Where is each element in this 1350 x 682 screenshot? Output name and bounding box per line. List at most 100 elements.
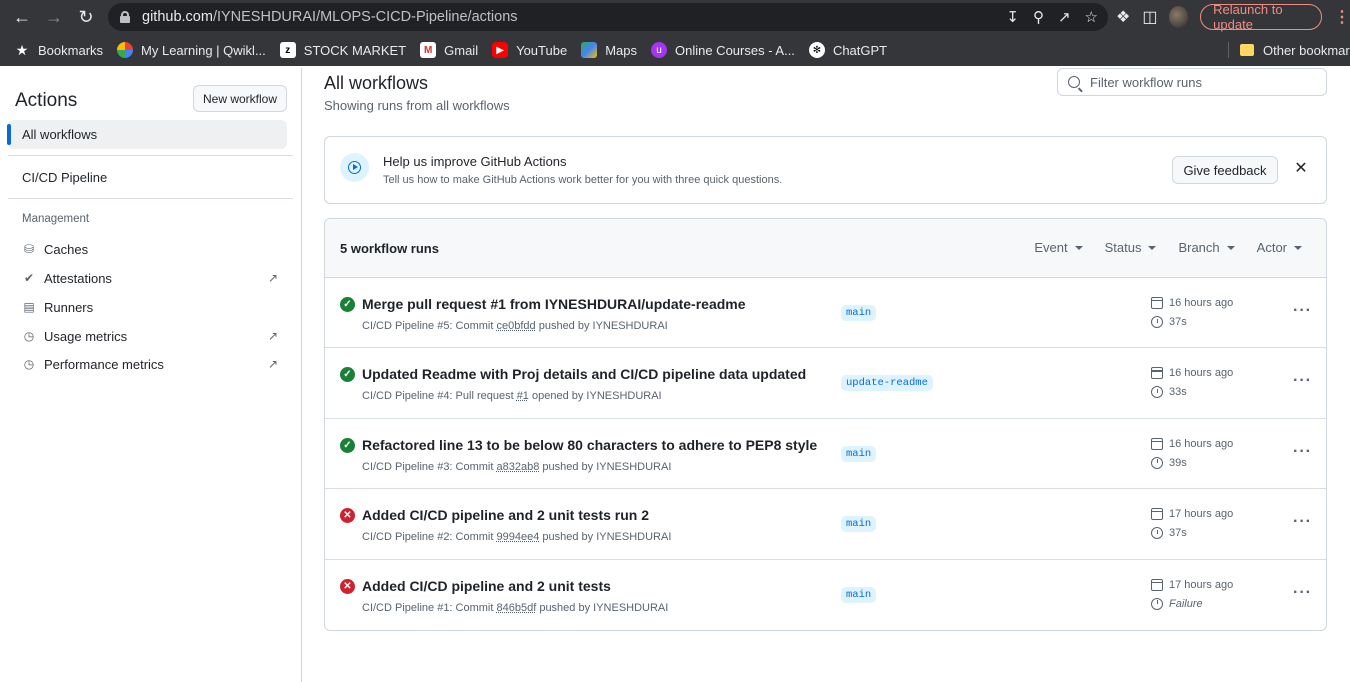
branch-label[interactable]: main xyxy=(841,516,876,532)
bookmark-youtube[interactable]: ▶ YouTube xyxy=(492,42,567,58)
sidebar-item-cicd-pipeline[interactable]: CI/CD Pipeline xyxy=(8,163,287,192)
bookmark-udemy[interactable]: u Online Courses - A... xyxy=(651,42,795,58)
sidebar-link-label: Runners xyxy=(44,300,93,315)
extensions-icon[interactable]: ❖ xyxy=(1116,7,1130,27)
filter-runs-input[interactable]: Filter workflow runs xyxy=(1057,68,1327,96)
branch-filter[interactable]: Branch xyxy=(1178,240,1234,255)
reload-icon[interactable]: ↻ xyxy=(70,0,102,34)
page-subtitle: Showing runs from all workflows xyxy=(324,98,510,113)
share-icon[interactable]: ↗ xyxy=(1058,8,1071,26)
bookmark-label: My Learning | Qwikl... xyxy=(141,43,266,58)
bookmark-label: YouTube xyxy=(516,43,567,58)
menu-icon[interactable]: ⋮ xyxy=(1334,7,1350,27)
new-workflow-button[interactable]: New workflow xyxy=(193,85,287,112)
sidebar-link-attestations[interactable]: ✔ Attestations ↗ xyxy=(22,267,280,289)
back-icon[interactable]: ← xyxy=(6,0,38,34)
calendar-icon xyxy=(1151,438,1163,450)
other-bookmarks-label: Other bookmarks xyxy=(1263,43,1350,58)
maps-icon xyxy=(581,42,597,58)
commit-link[interactable]: ce0bfdd xyxy=(497,320,536,332)
bookmark-star-icon[interactable]: ☆ xyxy=(1085,8,1098,26)
branch-label[interactable]: update-readme xyxy=(841,375,933,391)
bookmark-bookmarks[interactable]: ★ Bookmarks xyxy=(14,42,103,58)
search-icon xyxy=(1068,76,1080,88)
commit-link[interactable]: a832ab8 xyxy=(497,461,540,473)
run-duration: 37s xyxy=(1151,527,1187,539)
feedback-subtitle: Tell us how to make GitHub Actions work … xyxy=(383,174,782,186)
kebab-menu-icon[interactable]: ··· xyxy=(1293,302,1312,320)
sidebar-link-performance-metrics[interactable]: ◷ Performance metrics ↗ xyxy=(22,353,280,375)
run-duration: 39s xyxy=(1151,457,1187,469)
sidebar-link-runners[interactable]: ▤ Runners xyxy=(22,296,280,318)
branch-label[interactable]: main xyxy=(841,446,876,462)
zoom-icon[interactable]: ⚲ xyxy=(1033,8,1044,26)
kebab-menu-icon[interactable]: ··· xyxy=(1293,443,1312,461)
run-title-link[interactable]: Added CI/CD pipeline and 2 unit tests ru… xyxy=(362,507,649,523)
kebab-menu-icon[interactable]: ··· xyxy=(1293,513,1312,531)
forward-icon[interactable]: → xyxy=(38,0,70,34)
run-duration: 37s xyxy=(1151,316,1187,328)
workflow-run-row: ✕ Added CI/CD pipeline and 2 unit tests … xyxy=(325,560,1326,630)
success-check-icon: ✓ xyxy=(340,438,355,453)
sidebar-link-usage-metrics[interactable]: ◷ Usage metrics ↗ xyxy=(22,325,280,347)
kebab-menu-icon[interactable]: ··· xyxy=(1293,372,1312,390)
other-bookmarks[interactable]: Other bookmarks xyxy=(1240,43,1350,58)
workflow-run-row: ✕ Added CI/CD pipeline and 2 unit tests … xyxy=(325,489,1326,559)
profile-avatar[interactable] xyxy=(1169,6,1188,28)
run-duration: Failure xyxy=(1151,598,1203,610)
run-title-link[interactable]: Updated Readme with Proj details and CI/… xyxy=(362,366,806,382)
page-title: All workflows xyxy=(324,73,428,94)
bookmark-chatgpt[interactable]: ✻ ChatGPT xyxy=(809,42,887,58)
url-path: /IYNESHDURAI/MLOPS-CICD-Pipeline/actions xyxy=(213,9,518,25)
bookmark-label: ChatGPT xyxy=(833,43,887,58)
star-icon: ★ xyxy=(14,42,30,58)
commit-link[interactable]: 846b5df xyxy=(497,602,537,614)
kebab-menu-icon[interactable]: ··· xyxy=(1293,584,1312,602)
commit-link[interactable]: 9994ee4 xyxy=(497,531,540,543)
calendar-icon xyxy=(1151,508,1163,520)
install-icon[interactable]: ↧ xyxy=(1006,8,1019,26)
branch-label[interactable]: main xyxy=(841,305,876,321)
run-meta: CI/CD Pipeline #3: Commit a832ab8 pushed… xyxy=(362,461,671,473)
status-filter[interactable]: Status xyxy=(1105,240,1157,255)
side-panel-icon[interactable]: ◫ xyxy=(1142,7,1157,27)
actions-sidebar: Actions New workflow All workflows CI/CD… xyxy=(0,68,302,682)
bookmark-stock-market[interactable]: z STOCK MARKET xyxy=(280,42,406,58)
run-time: 17 hours ago xyxy=(1151,508,1233,520)
sidebar-item-all-workflows[interactable]: All workflows xyxy=(8,120,287,149)
bookmark-label: STOCK MARKET xyxy=(304,43,406,58)
graph-icon: ◷ xyxy=(22,329,36,343)
run-title-link[interactable]: Added CI/CD pipeline and 2 unit tests xyxy=(362,578,611,594)
filter-label: Event xyxy=(1034,240,1067,255)
external-link-icon: ↗ xyxy=(268,357,278,371)
give-feedback-button[interactable]: Give feedback xyxy=(1172,156,1278,184)
server-icon: ▤ xyxy=(22,300,36,314)
stopwatch-icon xyxy=(1151,316,1163,328)
pull-request-link[interactable]: #1 xyxy=(517,390,529,402)
stopwatch-icon xyxy=(1151,386,1163,398)
bookmark-maps[interactable]: Maps xyxy=(581,42,637,58)
stock-icon: z xyxy=(280,42,296,58)
bookmark-label: Maps xyxy=(605,43,637,58)
sidebar-link-caches[interactable]: ⛁ Caches xyxy=(22,238,280,260)
run-title-link[interactable]: Refactored line 13 to be below 80 charac… xyxy=(362,437,817,453)
branch-label[interactable]: main xyxy=(841,587,876,603)
filter-label: Branch xyxy=(1178,240,1219,255)
udemy-icon: u xyxy=(651,42,667,58)
bookmark-gmail[interactable]: M Gmail xyxy=(420,42,478,58)
stopwatch-icon xyxy=(1151,527,1163,539)
bookmark-label: Bookmarks xyxy=(38,43,103,58)
actor-filter[interactable]: Actor xyxy=(1257,240,1302,255)
calendar-icon xyxy=(1151,297,1163,309)
run-title-link[interactable]: Merge pull request #1 from IYNESHDURAI/u… xyxy=(362,296,746,312)
github-actions-page: Actions New workflow All workflows CI/CD… xyxy=(0,68,1350,682)
close-icon[interactable]: ✕ xyxy=(1291,158,1311,178)
address-bar[interactable]: github.com/IYNESHDURAI/MLOPS-CICD-Pipeli… xyxy=(108,3,1108,31)
folder-icon xyxy=(1240,44,1254,56)
relaunch-button[interactable]: Relaunch to update xyxy=(1200,4,1322,30)
bookmark-qwiklabs[interactable]: My Learning | Qwikl... xyxy=(117,42,266,58)
feedback-banner: Help us improve GitHub Actions Tell us h… xyxy=(324,136,1327,204)
url-text[interactable]: github.com/IYNESHDURAI/MLOPS-CICD-Pipeli… xyxy=(142,9,518,25)
event-filter[interactable]: Event xyxy=(1034,240,1082,255)
success-check-icon: ✓ xyxy=(340,297,355,312)
